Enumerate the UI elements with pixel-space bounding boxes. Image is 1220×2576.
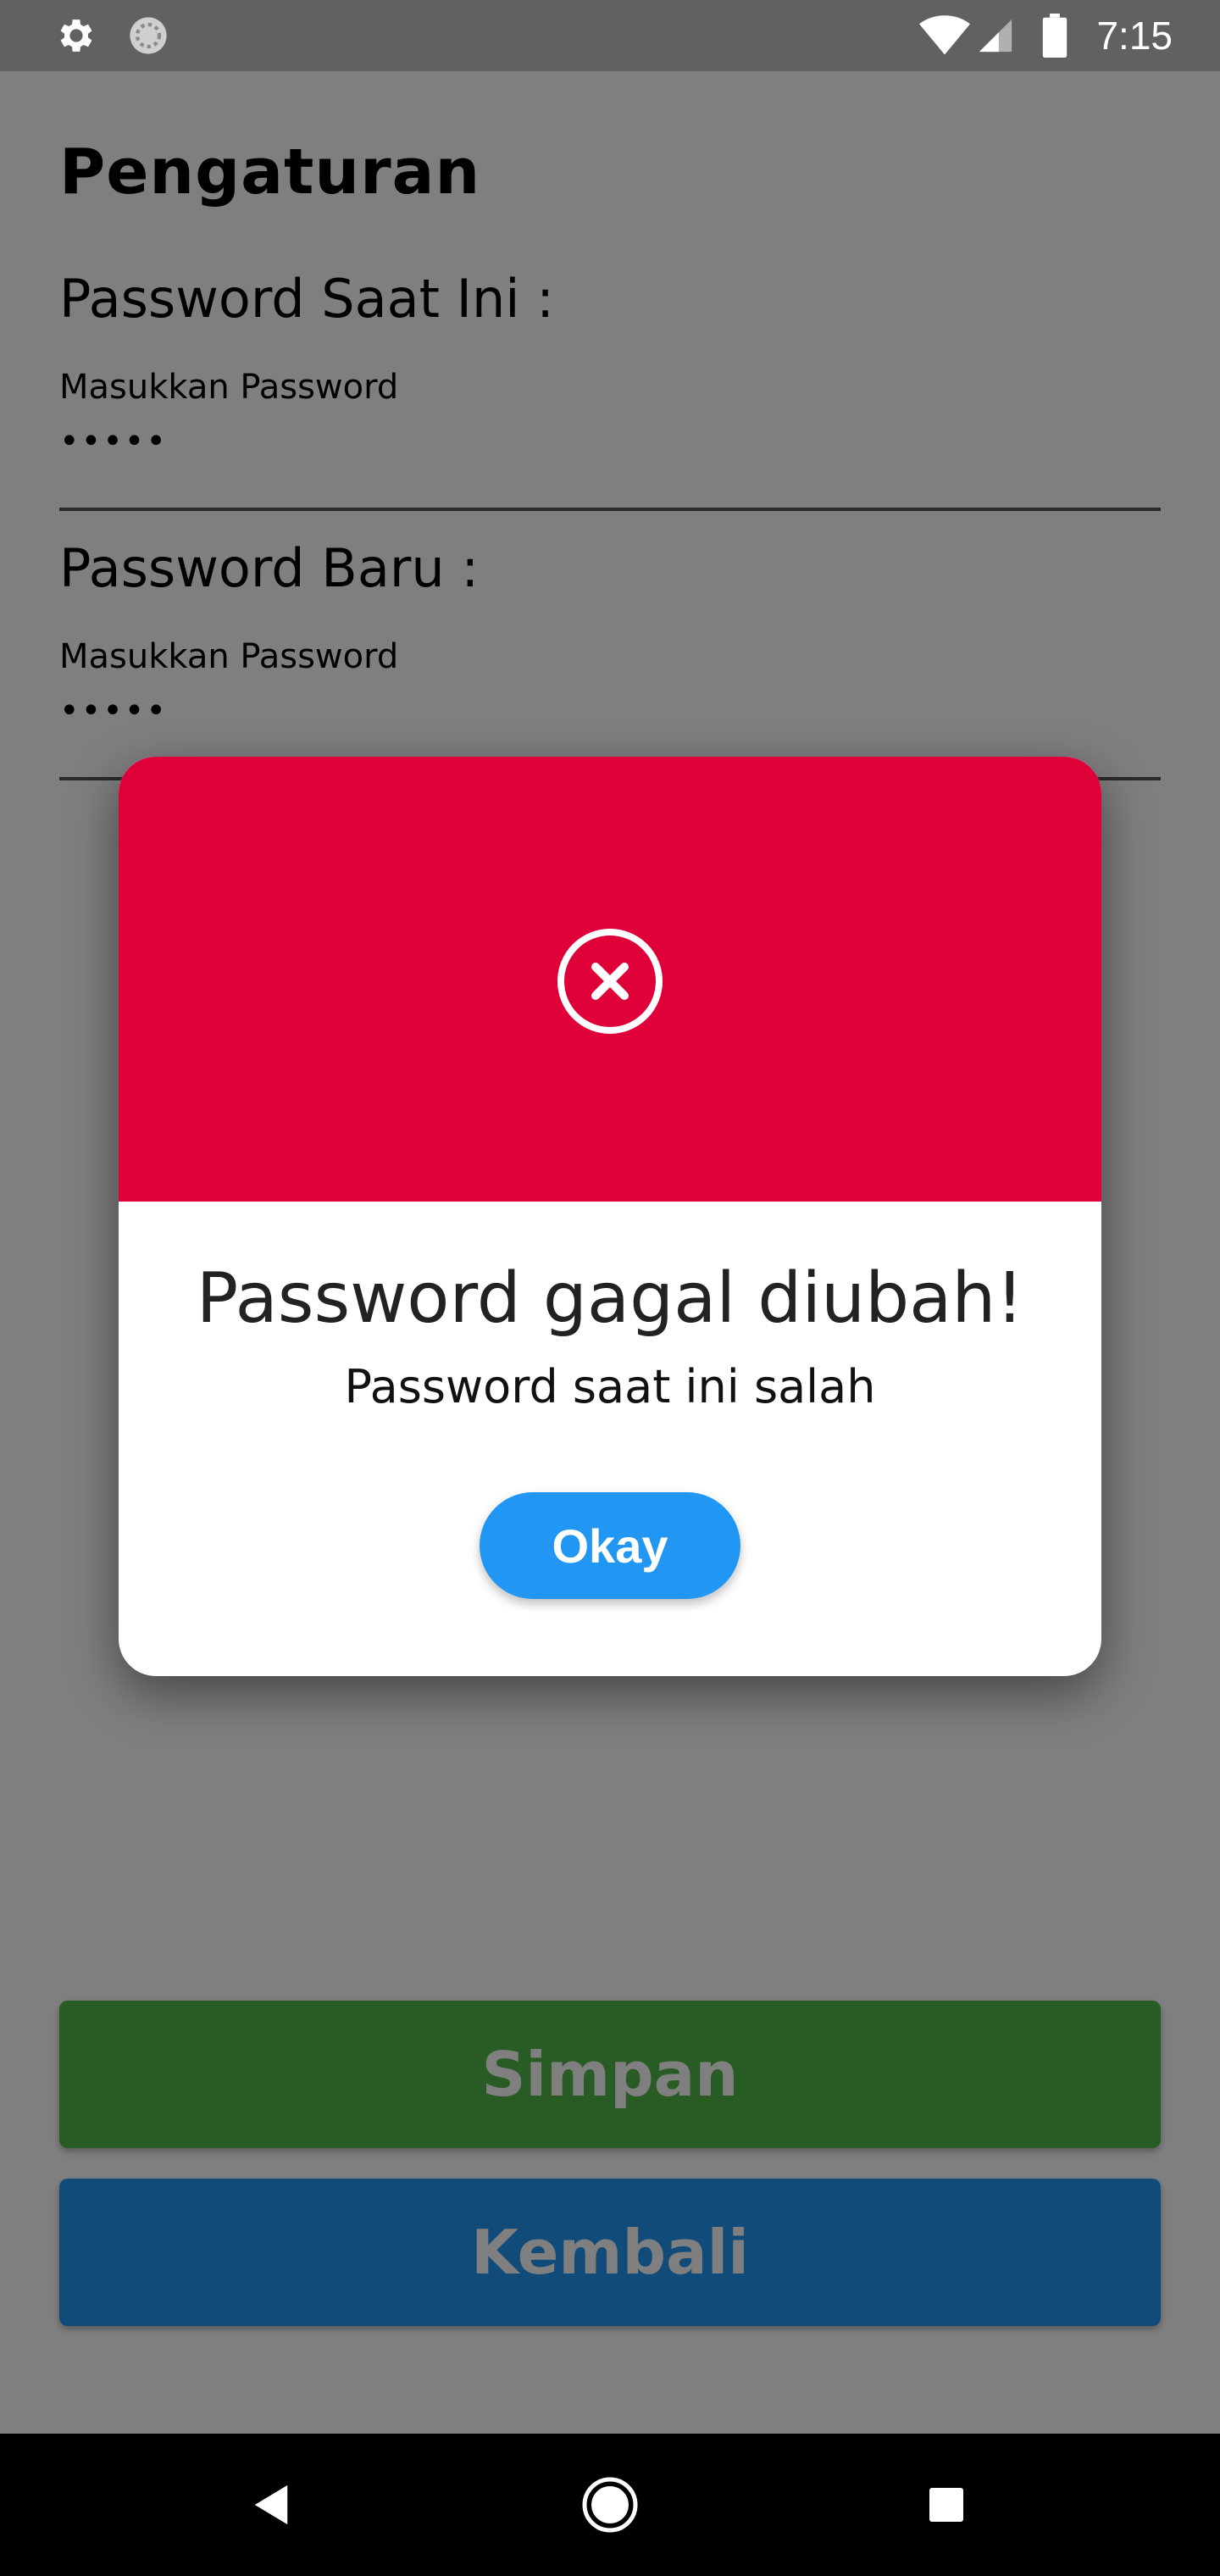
- battery-icon: [1034, 0, 1076, 71]
- back-icon[interactable]: [229, 2434, 313, 2576]
- settings-icon: [51, 0, 102, 71]
- wifi-icon: [915, 0, 974, 71]
- recents-icon[interactable]: [904, 2434, 989, 2576]
- home-icon[interactable]: [568, 2434, 652, 2576]
- sync-icon: [123, 0, 174, 71]
- navigation-bar: [0, 2434, 1220, 2576]
- error-dialog: Password gagal diubah! Password saat ini…: [119, 757, 1101, 1676]
- dialog-message: Password saat ini salah: [344, 1360, 876, 1413]
- dialog-header: [119, 757, 1101, 1202]
- dialog-title: Password gagal diubah!: [196, 1258, 1024, 1339]
- status-time: 7:15: [1096, 14, 1173, 58]
- error-x-icon: [557, 929, 663, 1034]
- signal-icon: [974, 0, 1017, 71]
- okay-button[interactable]: Okay: [480, 1492, 740, 1599]
- status-bar: 7:15: [0, 0, 1220, 71]
